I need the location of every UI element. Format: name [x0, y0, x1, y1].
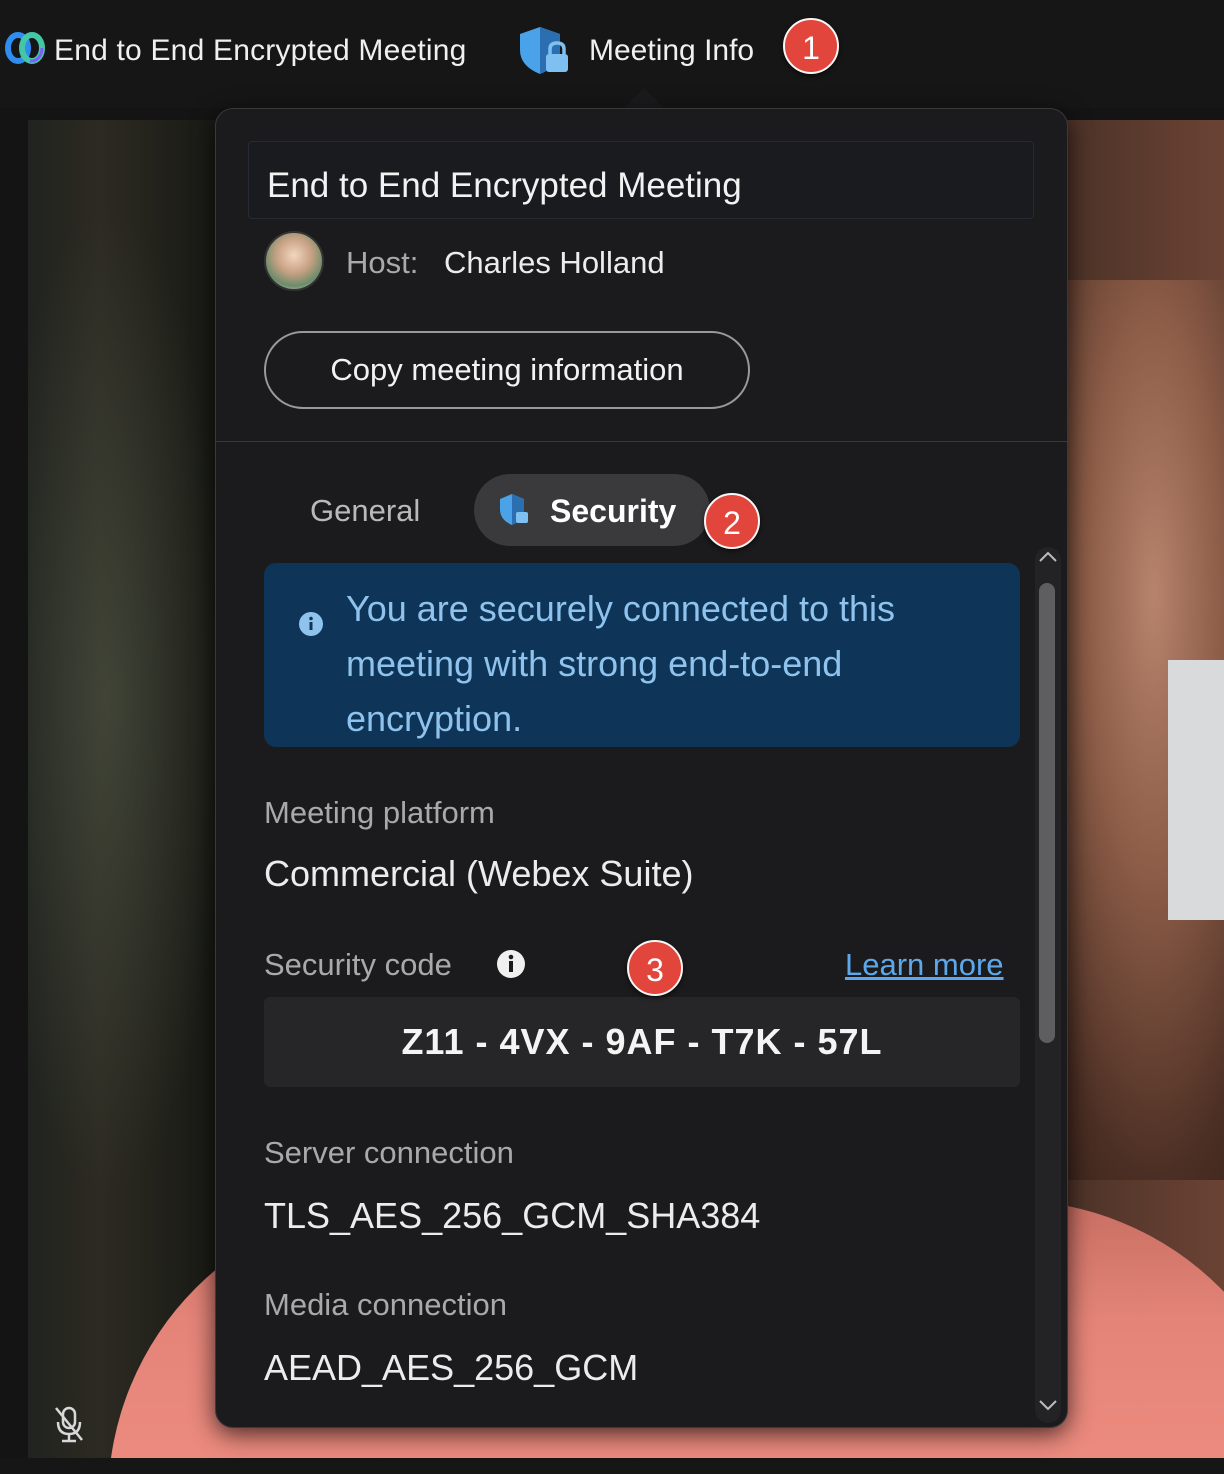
tab-security-label: Security — [550, 493, 677, 529]
encryption-info-banner: You are securely connected to this meeti… — [264, 563, 1020, 747]
security-code-value: Z11 - 4VX - 9AF - T7K - 57L — [264, 997, 1020, 1087]
callout-badge-1: 1 — [783, 18, 839, 74]
chevron-up-icon[interactable] — [1037, 549, 1059, 565]
chevron-down-icon[interactable] — [1037, 1397, 1059, 1413]
security-code-label: Security code — [264, 947, 452, 982]
callout-badge-2: 2 — [704, 493, 760, 549]
info-icon — [299, 612, 323, 636]
meeting-title-bar: End to End Encrypted Meeting Meeting Inf… — [0, 0, 1224, 108]
video-object — [1168, 660, 1224, 920]
server-connection-label: Server connection — [264, 1135, 514, 1170]
platform-value: Commercial (Webex Suite) — [264, 853, 694, 894]
encryption-message: You are securely connected to this meeti… — [346, 588, 896, 739]
host-label: Host: — [346, 245, 419, 280]
meeting-title: End to End Encrypted Meeting — [267, 166, 742, 205]
window-title: End to End Encrypted Meeting — [54, 34, 467, 67]
scroll-thumb[interactable] — [1039, 583, 1055, 1043]
server-connection-value: TLS_AES_256_GCM_SHA384 — [264, 1195, 761, 1236]
info-icon[interactable] — [496, 949, 526, 979]
shield-lock-icon[interactable] — [514, 24, 574, 76]
scrollbar[interactable] — [1033, 545, 1063, 1425]
learn-more-link[interactable]: Learn more — [845, 947, 1004, 983]
shield-icon — [500, 494, 528, 525]
tab-general[interactable]: General — [310, 493, 420, 529]
meeting-title-field: End to End Encrypted Meeting — [248, 141, 1034, 219]
callout-badge-3: 3 — [627, 940, 683, 996]
host-name: Charles Holland — [444, 245, 665, 280]
copy-meeting-info-button[interactable]: Copy meeting information — [264, 331, 750, 409]
webex-logo-icon — [5, 32, 45, 64]
tab-security[interactable]: Security — [474, 474, 710, 546]
meeting-info-button[interactable]: Meeting Info — [589, 34, 754, 68]
host-avatar — [264, 231, 324, 291]
media-connection-label: Media connection — [264, 1287, 507, 1322]
divider — [216, 441, 1067, 442]
popover-caret — [622, 88, 666, 110]
bottom-strip — [0, 1458, 1224, 1474]
meeting-info-popover: End to End Encrypted Meeting Host: Charl… — [215, 108, 1068, 1428]
video-background-left — [28, 200, 228, 1200]
microphone-muted-icon — [55, 1406, 83, 1443]
media-connection-value: AEAD_AES_256_GCM — [264, 1347, 639, 1388]
platform-label: Meeting platform — [264, 795, 495, 830]
